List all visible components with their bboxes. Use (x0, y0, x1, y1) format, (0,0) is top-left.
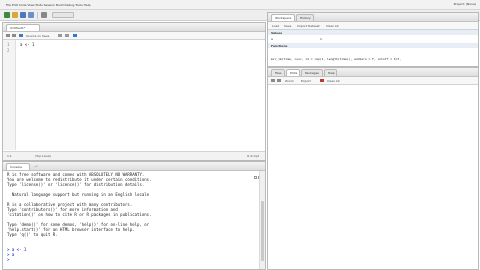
toolbar-divider (37, 12, 38, 19)
source-pane: Untitled1* Source on Save 1 2 a <- 1 1:1… (2, 22, 266, 161)
files-window-buttons[interactable] (466, 70, 476, 85)
remove-plot-icon[interactable] (320, 79, 324, 82)
console-line: Natural language support but running in … (7, 192, 150, 197)
workspace-window-buttons[interactable] (466, 15, 476, 30)
plot-viewer[interactable] (268, 85, 478, 269)
tab-history[interactable]: History (296, 14, 314, 21)
source-window-buttons[interactable] (253, 25, 263, 40)
filetype-indicator[interactable]: R Script (247, 154, 259, 158)
clear-all-plots-button[interactable]: Clear All (327, 79, 340, 83)
code-line[interactable]: a <- 1 (20, 42, 34, 47)
tab-help[interactable]: Help (324, 69, 337, 76)
console-input-prompt[interactable]: > (7, 257, 12, 262)
line-gutter: 1 2 (3, 40, 16, 150)
load-button[interactable]: Load (272, 24, 279, 28)
tab-label: Console (10, 165, 22, 169)
tab-label: Plots (290, 71, 298, 75)
source-tabbar: Untitled1* (3, 23, 265, 40)
save-all-icon[interactable] (28, 12, 34, 18)
files-tabbar: Files Plots Packages Help (268, 68, 478, 85)
tab-label: Workspace (275, 16, 292, 20)
tab-plots[interactable]: Plots (286, 69, 300, 76)
save-icon[interactable] (20, 12, 26, 18)
functions-header-label: Functions (271, 44, 288, 48)
forward-icon[interactable] (277, 79, 281, 82)
workspace-tabbar: Workspace History (268, 13, 478, 30)
tab-console[interactable]: Console (6, 163, 30, 170)
save-button[interactable]: Save (284, 24, 291, 28)
source-toolbar: Source on Save (3, 32, 265, 40)
clear-all-button[interactable]: Clear All (326, 24, 339, 28)
line-number: 1 (7, 42, 10, 47)
console-scrollbar[interactable] (259, 171, 265, 269)
values-header: Values (268, 30, 478, 35)
import-dataset-button[interactable]: Import Dataset (297, 24, 320, 28)
console-line: Type 'license()' or 'licence()' for dist… (7, 182, 145, 187)
table-row[interactable]: a 1 (268, 36, 478, 42)
tab-label: Help (328, 71, 335, 75)
run-icon[interactable] (73, 34, 77, 37)
tab-label: Packages (305, 71, 319, 75)
project-label[interactable]: Project: (None) (454, 2, 476, 6)
spellcheck-icon[interactable] (65, 34, 69, 37)
save-file-icon[interactable] (19, 34, 23, 37)
search-icon[interactable] (58, 34, 62, 37)
files-plots-pane: Files Plots Packages Help Zoom Export Cl… (267, 67, 479, 270)
zoom-button[interactable]: Zoom (285, 79, 294, 83)
tab-packages[interactable]: Packages (301, 69, 323, 76)
forward-icon[interactable] (12, 34, 16, 37)
tab-label: Files (275, 71, 282, 75)
cursor-position: 1:1 (7, 154, 12, 158)
source-statusbar: 1:1 (Top Level) R Script (3, 151, 265, 160)
tab-workspace[interactable]: Workspace (271, 14, 295, 21)
console-scroll-thumb[interactable] (261, 201, 264, 261)
source-on-save-checkbox[interactable]: Source on Save (26, 34, 49, 38)
back-icon[interactable] (271, 79, 275, 82)
console-output[interactable]: R is free software and comes with ABSOLU… (3, 171, 259, 269)
variable-value: 1 (320, 37, 322, 41)
tab-untitled1[interactable]: Untitled1* (6, 24, 40, 31)
console-line: 'citation()' on how to cite R or R packa… (7, 212, 152, 217)
go-to-file-button[interactable] (52, 12, 74, 18)
line-number: 2 (7, 48, 10, 53)
back-icon[interactable] (6, 34, 10, 37)
values-header-label: Values (271, 31, 283, 35)
workspace-toolbar: Load Save Import Dataset Clear All (268, 22, 478, 30)
tab-label: History (300, 16, 311, 20)
scope-indicator[interactable]: (Top Level) (35, 154, 51, 158)
console-line: Type 'q()' to quit R. (7, 232, 58, 237)
console-tabbar: Console ~/ (3, 162, 265, 179)
print-icon[interactable] (41, 12, 47, 18)
console-pane: Console ~/ R is free software and comes … (2, 161, 266, 270)
new-file-icon[interactable] (4, 12, 10, 18)
console-window-buttons[interactable] (253, 164, 263, 179)
workspace-pane: Workspace History Load Save Import Datas… (267, 12, 479, 73)
variable-name: a (271, 37, 273, 41)
function-signature: mvr_lm(time, conc, id = rep(1, length(ti… (271, 57, 402, 61)
export-button[interactable]: Export (301, 79, 311, 83)
functions-header: Functions (268, 43, 478, 48)
open-file-icon[interactable] (12, 12, 18, 18)
tab-label: Untitled1* (10, 26, 26, 30)
menu-bar: File Edit Code View Plots Session Build … (0, 0, 480, 10)
working-directory[interactable]: ~/ (34, 164, 38, 168)
menu-items[interactable]: File Edit Code View Plots Session Build … (6, 3, 91, 7)
tab-files[interactable]: Files (271, 69, 285, 76)
plots-toolbar: Zoom Export Clear All (268, 77, 478, 85)
code-editor[interactable]: a <- 1 (16, 40, 265, 150)
